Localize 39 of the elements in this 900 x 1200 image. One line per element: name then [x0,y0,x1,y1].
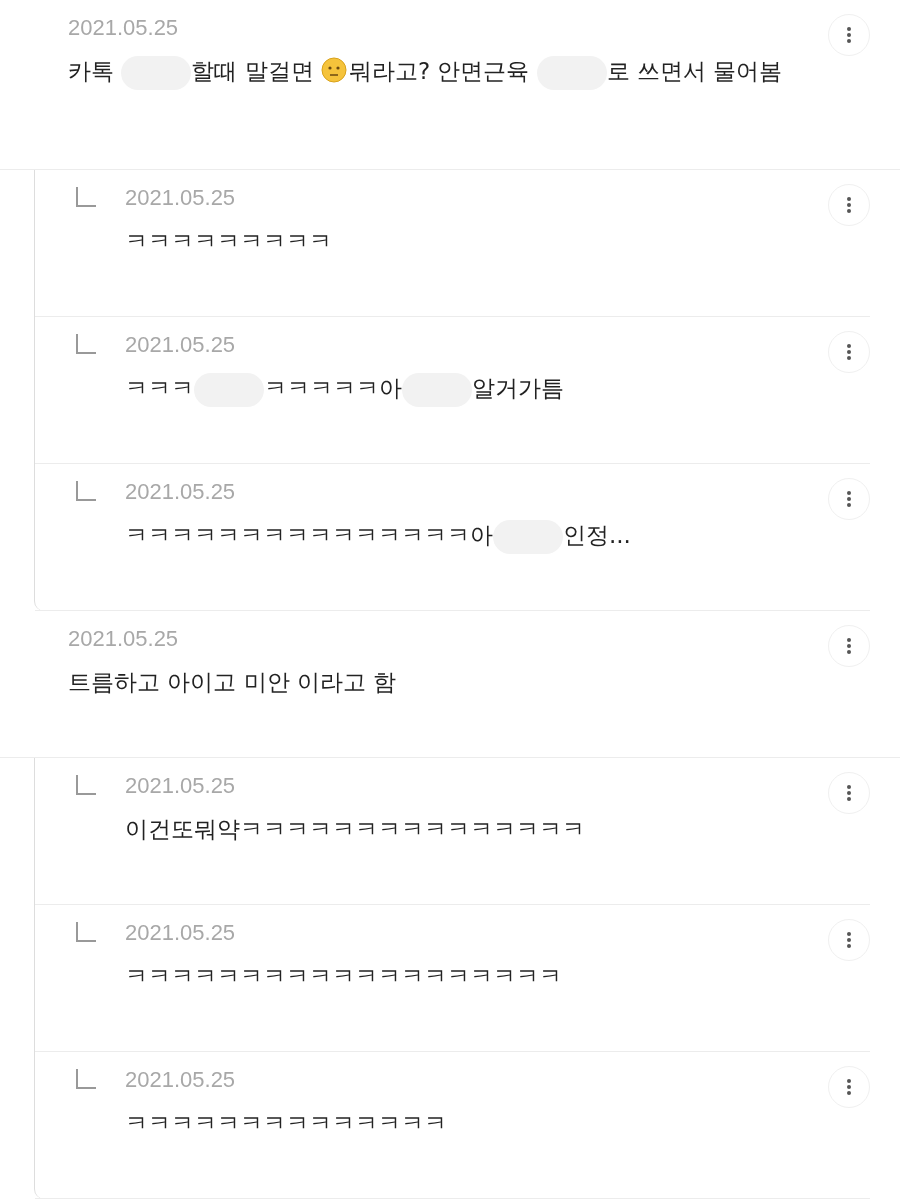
comment-date: 2021.05.25 [68,625,180,653]
emoji-icon [320,57,347,83]
more-icon [846,931,852,949]
reply-icon [75,1068,97,1090]
more-icon [846,784,852,802]
reply-icon [75,774,97,796]
more-icon [846,196,852,214]
more-button[interactable] [828,478,870,520]
comment-date: 2021.05.25 [68,14,180,42]
reply-icon [75,480,97,502]
more-button[interactable] [828,184,870,226]
more-button[interactable] [828,625,870,667]
more-button[interactable] [828,331,870,373]
comment-date: 2021.05.25 [125,331,237,359]
more-button[interactable] [828,1066,870,1108]
comment-text: ㅋㅋㅋ ㅋㅋㅋㅋㅋ아 알거가틈 [125,367,828,409]
more-button[interactable] [828,14,870,56]
more-icon [846,1078,852,1096]
comment-text: 카톡 할때 말걸면 뭐라고? 안면근육 로 쓰면서 물어봄 [68,50,828,92]
comment-text: ㅋㅋㅋㅋㅋㅋㅋㅋㅋㅋㅋㅋㅋㅋㅋ아 인정... [125,514,828,556]
comment-text: 트름하고 아이고 미안 이라고 함 [68,668,398,697]
comment-date: 2021.05.25 [125,1066,237,1094]
more-icon [846,490,852,508]
reply-icon [75,333,97,355]
more-button[interactable] [828,919,870,961]
comment-date: 2021.05.25 [125,478,237,506]
reply-icon [75,186,97,208]
comment-date: 2021.05.25 [125,184,237,212]
comment-date: 2021.05.25 [125,919,237,947]
comment-text: 이건또뭐약ㅋㅋㅋㅋㅋㅋㅋㅋㅋㅋㅋㅋㅋㅋㅋ [125,815,586,844]
comment-text: ㅋㅋㅋㅋㅋㅋㅋㅋㅋㅋㅋㅋㅋㅋ [125,1109,448,1138]
more-icon [846,637,852,655]
more-button[interactable] [828,772,870,814]
comment-date: 2021.05.25 [125,772,237,800]
more-icon [846,343,852,361]
reply-icon [75,921,97,943]
comment-text: ㅋㅋㅋㅋㅋㅋㅋㅋㅋㅋㅋㅋㅋㅋㅋㅋㅋㅋㅋ [125,962,563,991]
more-icon [846,26,852,44]
comment-text: ㅋㅋㅋㅋㅋㅋㅋㅋㅋ [125,227,333,256]
